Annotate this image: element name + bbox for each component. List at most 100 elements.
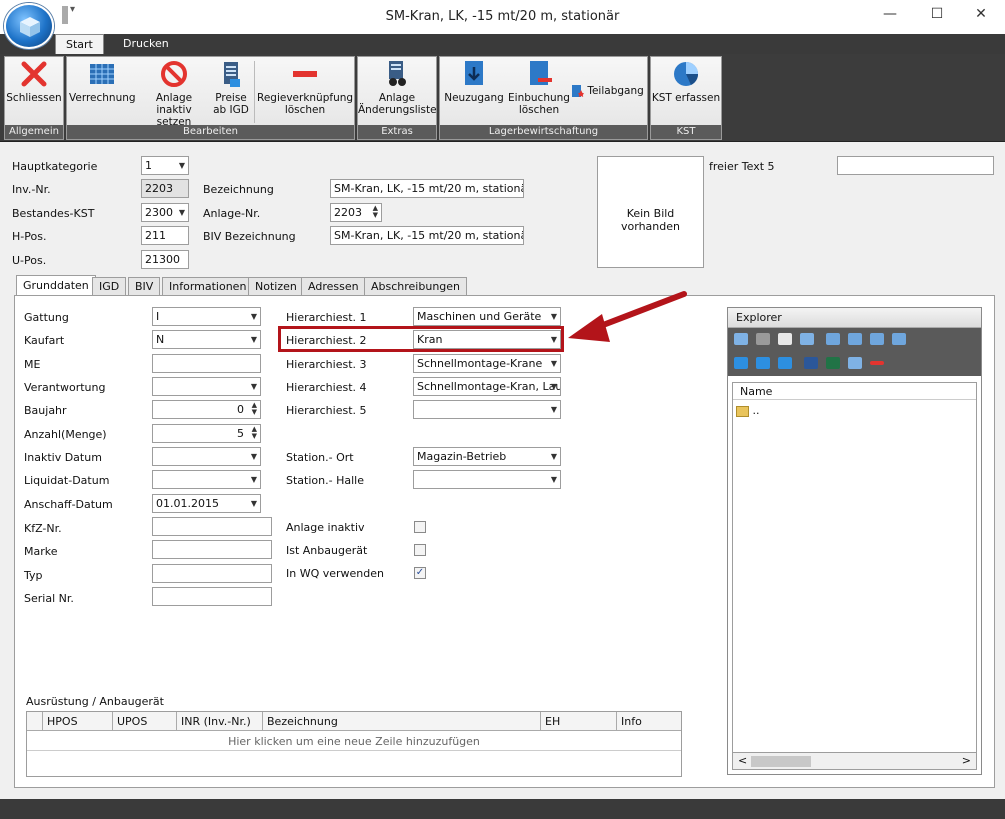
back-arrow-icon[interactable] [734,357,748,369]
baujahr-spinner[interactable]: 0 ▲ ▼ [152,400,261,419]
grid-row-indicator [27,712,43,731]
column-upos[interactable]: UPOS [113,712,177,731]
anbaugeraet-checkbox[interactable] [414,544,426,556]
tab-igd[interactable]: IGD [92,277,127,296]
minimize-button[interactable]: — [875,6,905,26]
column-inr[interactable]: INR (Inv.-Nr.) [177,712,263,731]
hierarchiestufe-4-select[interactable]: Schnellmontage-Kran, Lauf ▼ [413,377,561,396]
preise-ab-igd-button[interactable]: Preise ab IGD [211,59,251,116]
teilabgang-button[interactable]: Teilabgang [572,85,648,97]
spinner-arrows-icon[interactable]: ▲ ▼ [252,402,257,416]
regieverknuepfung-button[interactable]: Regieverknüpfung löschen [257,59,353,116]
kst-erfassen-button[interactable]: KST erfassen [651,59,721,104]
hauptkategorie-select[interactable]: 1 ▼ [141,156,189,175]
tab-informationen[interactable]: Informationen [162,277,254,296]
tiles-view-icon[interactable] [892,333,906,345]
tab-adressen[interactable]: Adressen [301,277,366,296]
neuzugang-button[interactable]: Neuzugang [442,59,506,104]
liquidat-datum-picker[interactable]: ▼ [152,470,261,489]
hpos-field[interactable]: 211 [141,226,189,245]
anzahl-spinner[interactable]: 5 ▲ ▼ [152,424,261,443]
word-icon[interactable] [804,357,818,369]
hierarchiestufe-1-label: Hierarchiest. 1 [286,311,367,324]
scroll-left-icon[interactable]: < [738,754,747,767]
maximize-button[interactable]: ☐ [922,6,952,26]
hierarchiestufe-5-select[interactable]: ▼ [413,400,561,419]
hierarchiestufe-3-value: Schnellmontage-Krane [417,357,543,370]
tab-abschreibungen[interactable]: Abschreibungen [364,277,468,296]
explorer-name-column[interactable]: Name [733,383,976,400]
column-info[interactable]: Info [617,712,681,731]
details-view-icon[interactable] [870,333,884,345]
grid-new-row[interactable]: Hier klicken um eine neue Zeile hinzuzuf… [27,732,681,751]
group-label-extras: Extras [358,125,436,139]
ribbon-tab-start[interactable]: Start [55,34,104,54]
bestandes-kst-select[interactable]: 2300 ▼ [141,203,189,222]
gattung-select[interactable]: I ▼ [152,307,261,326]
group-label-bearbeiten: Bearbeiten [67,125,354,139]
close-window-button[interactable]: ✕ [966,6,996,26]
table-grid-icon [90,64,114,84]
kaufart-select[interactable]: N ▼ [152,330,261,349]
typ-field[interactable] [152,564,272,583]
hierarchiestufe-3-select[interactable]: Schnellmontage-Krane ▼ [413,354,561,373]
anlage-nr-spinner[interactable]: 2203 ▲ ▼ [330,203,382,222]
hierarchiestufe-1-select[interactable]: Maschinen und Geräte ▼ [413,307,561,326]
image-placeholder[interactable]: Kein Bild vorhanden [597,156,704,268]
station-halle-select[interactable]: ▼ [413,470,561,489]
spinner-arrows-icon[interactable]: ▲ ▼ [252,426,257,440]
column-bezeichnung[interactable]: Bezeichnung [263,712,541,731]
refresh-icon[interactable] [778,357,792,369]
gattung-label: Gattung [24,311,69,324]
cut-icon[interactable] [734,333,748,345]
verrechnung-button[interactable]: Verrechnung [69,59,136,104]
ribbon-tab-drucken[interactable]: Drucken [113,34,179,54]
scrollbar-thumb[interactable] [751,756,811,767]
biv-bezeichnung-field[interactable]: SM-Kran, LK, -15 mt/20 m, stationär [330,226,524,245]
scroll-right-icon[interactable]: > [962,754,971,767]
delete-icon[interactable] [870,361,884,365]
anschaff-datum-picker[interactable]: 01.01.2015 ▼ [152,494,261,513]
chevron-down-icon: ▼ [250,452,257,461]
new-folder-icon[interactable] [756,357,770,369]
application-menu-button[interactable] [4,3,54,49]
freier-text-field[interactable] [837,156,994,175]
large-icons-view-icon[interactable] [826,333,840,345]
list-view-icon[interactable] [848,333,862,345]
serial-nr-field[interactable] [152,587,272,606]
anlage-inaktiv-button[interactable]: Anlage inaktiv setzen [137,59,211,128]
marke-field[interactable] [152,540,272,559]
schliessen-button[interactable]: Schliessen [5,59,63,104]
explorer-file-list[interactable]: Name .. [732,382,977,754]
baujahr-label: Baujahr [24,404,67,417]
tab-notizen[interactable]: Notizen [248,277,304,296]
verantwortung-select[interactable]: ▼ [152,377,261,396]
column-eh[interactable]: EH [541,712,617,731]
copy-icon[interactable] [756,333,770,345]
tab-biv[interactable]: BIV [128,277,161,296]
paste-icon[interactable] [778,333,792,345]
spinner-arrows-icon[interactable]: ▲ ▼ [373,205,378,219]
scan-icon[interactable] [848,357,862,369]
inaktiv-datum-picker[interactable]: ▼ [152,447,261,466]
explorer-horizontal-scrollbar[interactable]: < > [732,752,977,770]
anlage-inaktiv-checkbox[interactable] [414,521,426,533]
anlage-nr-label: Anlage-Nr. [203,207,261,220]
aenderungsliste-button[interactable]: Anlage Änderungsliste [358,59,437,116]
ausruestung-grid: HPOS UPOS INR (Inv.-Nr.) Bezeichnung EH … [26,711,682,777]
excel-icon[interactable] [826,357,840,369]
close-x-icon [21,61,47,87]
kfz-nr-field[interactable] [152,517,272,536]
station-ort-select[interactable]: Magazin-Betrieb ▼ [413,447,561,466]
bezeichnung-field[interactable]: SM-Kran, LK, -15 mt/20 m, stationär [330,179,524,198]
me-field[interactable] [152,354,261,373]
upos-field[interactable]: 21300 [141,250,189,269]
column-hpos[interactable]: HPOS [43,712,113,731]
einbuchung-loeschen-button[interactable]: Einbuchung löschen [506,59,572,116]
rename-icon[interactable] [800,333,814,345]
list-item[interactable]: .. [733,400,976,417]
hierarchiestufe-4-value: Schnellmontage-Kran, Lauf [417,380,561,393]
chevron-down-icon: ▼ [550,312,557,321]
tab-grunddaten[interactable]: Grunddaten [16,275,96,296]
wq-verwenden-checkbox[interactable]: ✓ [414,567,426,579]
